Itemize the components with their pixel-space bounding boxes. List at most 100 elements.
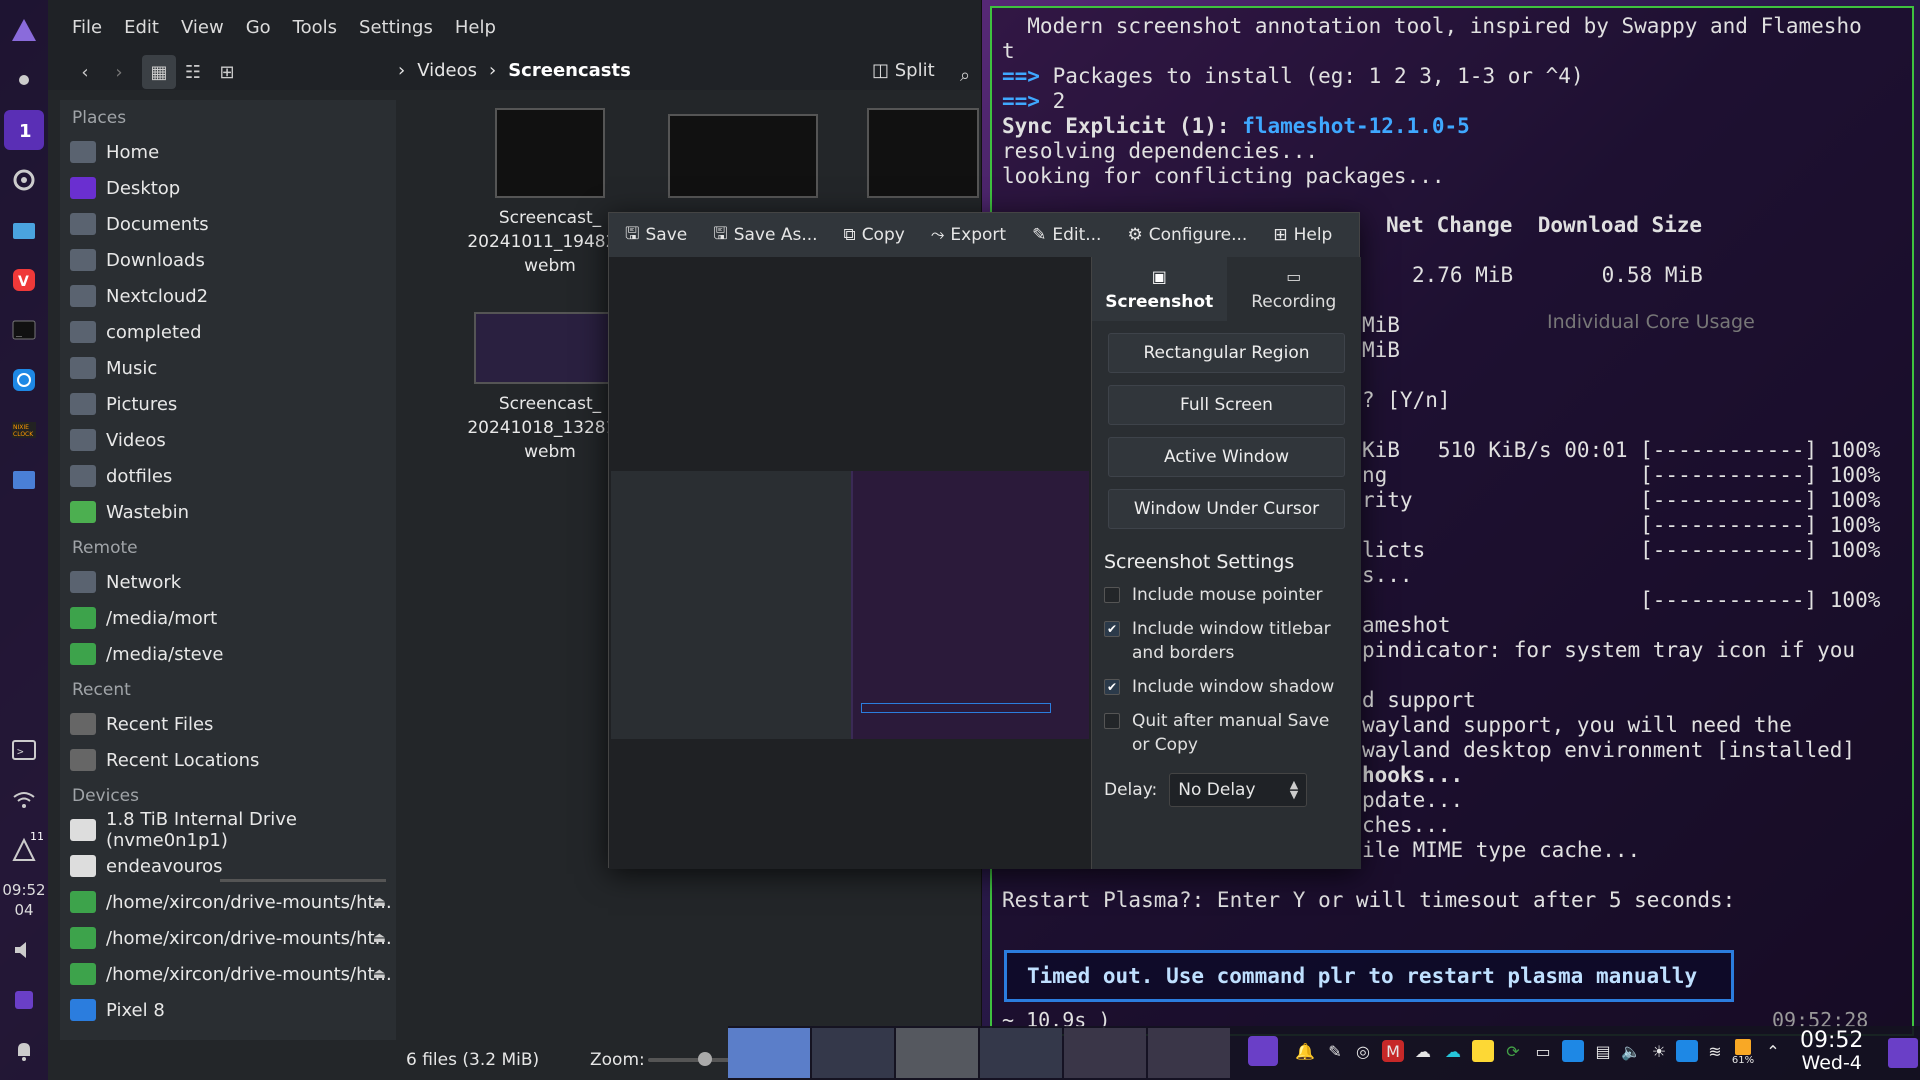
brightness-icon[interactable]: ☀ [1648, 1040, 1670, 1062]
details-view-icon[interactable]: ⊞ [210, 55, 244, 89]
task-window-thumbnail[interactable] [980, 1028, 1062, 1078]
notifications-icon[interactable] [4, 1030, 44, 1070]
place-pictures[interactable]: Pictures [60, 386, 396, 422]
full-screen-button[interactable]: Full Screen [1108, 385, 1345, 425]
place-videos[interactable]: Videos [60, 422, 396, 458]
breadcrumb-current[interactable]: Screencasts [508, 60, 631, 81]
include-mouse-pointer-option[interactable]: Include mouse pointer [1104, 583, 1349, 607]
tab-recording[interactable]: ▭ Recording [1227, 257, 1362, 321]
remote-media-mort[interactable]: /media/mort [60, 600, 396, 636]
place-wastebin[interactable]: Wastebin [60, 494, 396, 530]
save-button[interactable]: 🖫 Save [625, 221, 687, 250]
rectangular-region-button[interactable]: Rectangular Region [1108, 333, 1345, 373]
copy-button[interactable]: ⧉ Copy [844, 225, 905, 245]
system-settings-icon[interactable] [4, 160, 44, 200]
window-under-cursor-button[interactable]: Window Under Cursor [1108, 489, 1345, 529]
zoom-slider-handle[interactable] [698, 1052, 712, 1066]
search-icon[interactable]: ⌕ [948, 58, 982, 92]
forward-icon[interactable]: › [102, 55, 136, 89]
clipboard-manager-icon[interactable]: ▤ [1592, 1040, 1614, 1062]
password-manager-icon[interactable]: 1 [4, 110, 44, 150]
file-manager-icon[interactable] [4, 210, 44, 250]
vivaldi-browser-icon[interactable]: V [4, 260, 44, 300]
bell-icon[interactable]: 🔔 [1294, 1040, 1316, 1062]
remote-network[interactable]: Network [60, 564, 396, 600]
eject-icon[interactable]: ⏏ [373, 930, 386, 946]
recent-locations[interactable]: Recent Locations [60, 742, 396, 778]
tray-expand-icon[interactable]: ⌃ [1762, 1040, 1784, 1062]
compact-view-icon[interactable]: ☷ [176, 55, 210, 89]
screenshot-preview-image[interactable] [611, 471, 1089, 739]
task-window-thumbnail[interactable] [1064, 1028, 1146, 1078]
mail-icon[interactable]: M [1382, 1040, 1404, 1062]
drive-icon[interactable]: ▭ [1532, 1040, 1554, 1062]
overview-icon[interactable] [4, 60, 44, 100]
vpn-icon[interactable]: ◎ [1352, 1040, 1374, 1062]
notes-icon[interactable] [1472, 1040, 1494, 1062]
device-pixel-8[interactable]: Pixel 8 [60, 992, 396, 1028]
quit-after-save-option[interactable]: Quit after manual Save or Copy [1104, 709, 1349, 757]
eject-icon[interactable]: ⏏ [373, 894, 386, 910]
cloud-icon[interactable]: ☁ [1412, 1040, 1434, 1062]
device-internal-drive[interactable]: 1.8 TiB Internal Drive (nvme0n1p1) [60, 809, 396, 851]
nextcloud-icon[interactable]: ☁ [1442, 1040, 1464, 1062]
include-titlebar-option[interactable]: ✔ Include window titlebar and borders [1104, 617, 1349, 665]
app-launcher-icon[interactable] [4, 10, 44, 50]
recent-files[interactable]: Recent Files [60, 706, 396, 742]
menu-edit[interactable]: Edit [124, 17, 159, 38]
menu-help[interactable]: Help [455, 17, 496, 38]
menu-view[interactable]: View [181, 17, 224, 38]
menu-go[interactable]: Go [246, 17, 271, 38]
task-window-thumbnail[interactable] [812, 1028, 894, 1078]
virtual-desktops-icon[interactable] [1248, 1036, 1278, 1066]
show-desktop-icon[interactable] [1888, 1038, 1918, 1068]
updates-icon[interactable]: 11 [4, 830, 44, 870]
active-window-button[interactable]: Active Window [1108, 437, 1345, 477]
screenshot-tray-icon[interactable] [1676, 1040, 1698, 1062]
edit-button[interactable]: ✎ Edit... [1032, 225, 1101, 245]
checkbox-checked[interactable]: ✔ [1104, 621, 1120, 637]
console-icon[interactable]: > [4, 730, 44, 770]
place-completed[interactable]: completed [60, 314, 396, 350]
digital-clock[interactable]: 09:52 Wed-4 [1800, 1030, 1863, 1075]
breadcrumb-parent[interactable]: Videos [417, 60, 477, 81]
spin-arrows-icon[interactable]: ▲ ▼ [1290, 779, 1298, 800]
place-home[interactable]: Home [60, 134, 396, 170]
place-nextcloud2[interactable]: Nextcloud2 [60, 278, 396, 314]
checkbox[interactable] [1104, 587, 1120, 603]
device-mount-3[interactable]: /home/xircon/drive-mounts/ht... ⏏ [60, 956, 396, 992]
task-window-thumbnail[interactable] [896, 1028, 978, 1078]
show-desktop-icon[interactable] [4, 980, 44, 1020]
task-window-thumbnail[interactable] [728, 1028, 810, 1078]
menu-settings[interactable]: Settings [359, 17, 433, 38]
nixie-clock-icon[interactable]: NIXIE CLOCK [4, 410, 44, 450]
menu-file[interactable]: File [72, 17, 102, 38]
back-icon[interactable]: ‹ [68, 55, 102, 89]
wifi-icon[interactable] [4, 780, 44, 820]
device-mount-1[interactable]: /home/xircon/drive-mounts/ht... ⏏ [60, 884, 396, 920]
battery-indicator[interactable]: 61% [1732, 1034, 1754, 1070]
menu-tools[interactable]: Tools [293, 17, 337, 38]
delay-spinbox[interactable]: No Delay ▲ ▼ [1169, 773, 1308, 807]
eject-icon[interactable]: ⏏ [373, 966, 386, 982]
task-window-thumbnail[interactable] [1148, 1028, 1230, 1078]
sync-app-icon[interactable] [4, 360, 44, 400]
remote-media-steve[interactable]: /media/steve [60, 636, 396, 672]
app-indicator-icon[interactable] [1562, 1040, 1584, 1062]
file-item[interactable] [838, 108, 1008, 206]
panel-clock[interactable]: 09:52 04 [2, 880, 45, 920]
volume-icon[interactable]: 🔈 [1620, 1040, 1642, 1062]
place-dotfiles[interactable]: dotfiles [60, 458, 396, 494]
save-as-button[interactable]: 🖫 Save As... [713, 221, 817, 250]
place-desktop[interactable]: Desktop [60, 170, 396, 206]
checkbox-checked[interactable]: ✔ [1104, 679, 1120, 695]
icons-view-icon[interactable]: ▦ [142, 55, 176, 89]
export-button[interactable]: ⤳ Export [931, 225, 1006, 245]
place-music[interactable]: Music [60, 350, 396, 386]
terminal-icon[interactable]: _ [4, 310, 44, 350]
device-mount-2[interactable]: /home/xircon/drive-mounts/ht... ⏏ [60, 920, 396, 956]
include-shadow-option[interactable]: ✔ Include window shadow [1104, 675, 1349, 699]
file-item[interactable] [658, 114, 828, 206]
split-button[interactable]: ◫ Split [872, 60, 935, 81]
configure-button[interactable]: ⚙ Configure... [1127, 225, 1247, 245]
